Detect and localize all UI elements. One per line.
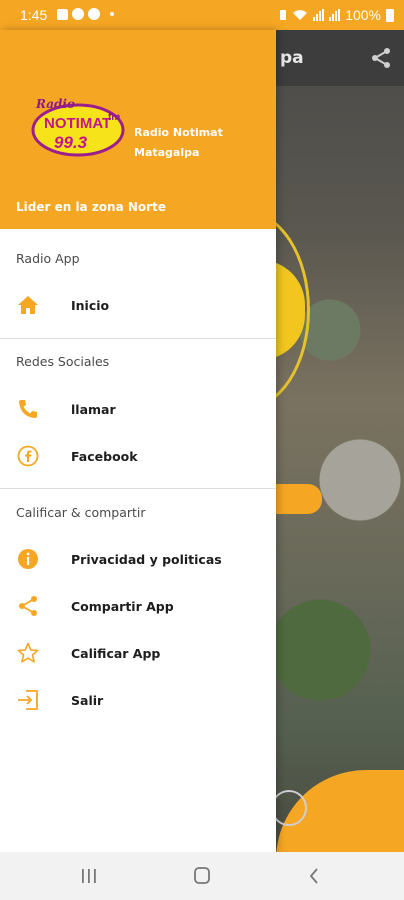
battery-saver-icon bbox=[280, 10, 287, 20]
menu-item-salir[interactable]: Salir bbox=[0, 678, 276, 722]
station-logo: Radio NOTIMAT 99.3 fm bbox=[31, 97, 125, 157]
drawer-header: Radio NOTIMAT 99.3 fm Radio Notimat Mata… bbox=[0, 30, 276, 229]
signal-icon bbox=[329, 9, 341, 21]
background-app-title: pa bbox=[280, 48, 304, 68]
star-icon bbox=[17, 642, 39, 663]
menu-item-llamar[interactable]: llamar bbox=[0, 387, 276, 431]
wifi-icon bbox=[293, 10, 308, 20]
svg-text:Radio: Radio bbox=[35, 97, 75, 111]
share-icon[interactable] bbox=[370, 47, 392, 69]
station-slogan: Lider en la zona Norte bbox=[16, 200, 166, 214]
menu-item-label: Salir bbox=[71, 692, 104, 708]
signal-icon bbox=[313, 9, 325, 21]
menu-item-label: Compartir App bbox=[71, 598, 174, 614]
facebook-icon bbox=[72, 8, 84, 20]
menu-item-label: Facebook bbox=[71, 448, 138, 464]
menu-item-inicio[interactable]: Inicio bbox=[0, 283, 276, 327]
station-name: Radio Notimat Matagalpa bbox=[134, 123, 264, 163]
status-system-icons: 100% bbox=[279, 7, 394, 23]
station-name-line1: Radio Notimat bbox=[134, 126, 223, 139]
menu-item-facebook[interactable]: Facebook bbox=[0, 434, 276, 478]
back-icon[interactable] bbox=[303, 866, 327, 886]
menu-item-calificar[interactable]: Calificar App bbox=[0, 631, 276, 675]
menu-item-label: llamar bbox=[71, 401, 116, 417]
status-bar: 1:45 100% bbox=[0, 0, 404, 30]
menu-item-privacidad[interactable]: Privacidad y politicas bbox=[0, 537, 276, 581]
background-banner bbox=[276, 484, 322, 514]
menu-item-label: Inicio bbox=[71, 297, 110, 313]
svg-text:99.3: 99.3 bbox=[54, 133, 88, 152]
svg-text:fm: fm bbox=[108, 112, 120, 123]
svg-text:NOTIMAT: NOTIMAT bbox=[44, 115, 111, 132]
status-notification-icons bbox=[57, 8, 114, 20]
navigation-drawer: Radio NOTIMAT 99.3 fm Radio Notimat Mata… bbox=[0, 30, 276, 852]
background-call-button[interactable] bbox=[271, 790, 307, 826]
menu-item-label: Privacidad y politicas bbox=[71, 551, 222, 567]
divider bbox=[0, 488, 276, 489]
menu-item-compartir[interactable]: Compartir App bbox=[0, 584, 276, 628]
battery-icon bbox=[386, 8, 394, 22]
exit-icon bbox=[18, 690, 38, 710]
section-title-calificar-compartir: Calificar & compartir bbox=[16, 505, 146, 520]
phone-icon bbox=[19, 400, 37, 418]
section-title-redes-sociales: Redes Sociales bbox=[16, 354, 110, 369]
home-button-icon[interactable] bbox=[190, 866, 214, 886]
menu-item-label: Calificar App bbox=[71, 645, 161, 661]
system-navigation-bar bbox=[0, 852, 404, 900]
battery-percentage: 100% bbox=[345, 7, 381, 23]
recents-icon[interactable] bbox=[77, 866, 101, 886]
info-icon bbox=[18, 549, 38, 569]
divider bbox=[0, 338, 276, 339]
gallery-icon bbox=[57, 8, 68, 20]
home-icon bbox=[18, 296, 38, 314]
section-title-radio-app: Radio App bbox=[16, 251, 80, 266]
share-icon bbox=[19, 596, 37, 616]
status-time: 1:45 bbox=[20, 7, 48, 23]
facebook-icon bbox=[88, 8, 100, 20]
dot-icon bbox=[110, 12, 114, 16]
facebook-icon bbox=[17, 445, 39, 467]
station-name-line2: Matagalpa bbox=[134, 146, 200, 159]
